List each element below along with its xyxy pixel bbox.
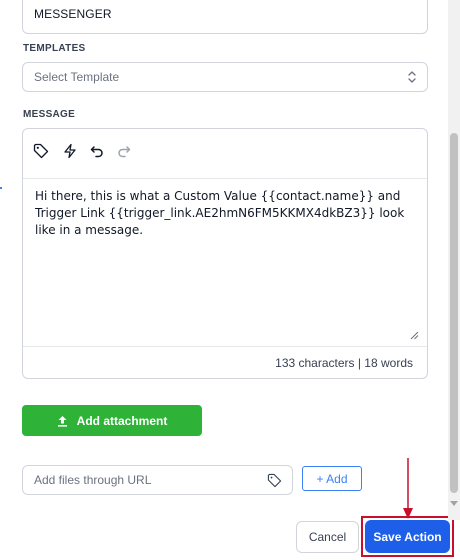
action-panel: MESSENGER TEMPLATES Select Template MESS… — [0, 0, 454, 560]
side-marker — [0, 187, 2, 189]
file-url-input[interactable]: Add files through URL — [22, 465, 293, 495]
tag-icon[interactable] — [267, 473, 282, 488]
editor-toolbar — [23, 129, 427, 179]
save-action-button[interactable]: Save Action — [365, 520, 450, 553]
tag-icon[interactable] — [31, 141, 51, 161]
channel-field[interactable]: MESSENGER — [22, 0, 428, 34]
resize-handle-icon[interactable] — [410, 331, 419, 340]
redo-icon[interactable] — [114, 141, 134, 161]
message-stats: 133 characters | 18 words — [275, 355, 413, 370]
add-url-button[interactable]: + Add — [302, 466, 362, 491]
add-attachment-label: Add attachment — [76, 413, 168, 428]
message-label: MESSAGE — [23, 109, 76, 120]
scrollbar-thumb[interactable] — [450, 133, 458, 493]
scroll-down-icon[interactable] — [450, 501, 458, 506]
cancel-button[interactable]: Cancel — [296, 521, 359, 553]
annotation-arrow-icon — [403, 458, 413, 519]
undo-icon[interactable] — [87, 141, 107, 161]
channel-value: MESSENGER — [34, 6, 112, 21]
scrollbar[interactable] — [448, 0, 460, 520]
message-textarea[interactable]: Hi there, this is what a Custom Value {{… — [23, 180, 427, 348]
message-stats-bar: 133 characters | 18 words — [23, 346, 427, 378]
add-attachment-button[interactable]: Add attachment — [22, 405, 202, 436]
message-editor: Hi there, this is what a Custom Value {{… — [22, 128, 428, 379]
select-chevron-icon — [408, 71, 416, 83]
lightning-icon[interactable] — [60, 141, 80, 161]
upload-icon — [57, 415, 67, 427]
templates-label: TEMPLATES — [23, 43, 86, 54]
template-select-placeholder: Select Template — [34, 70, 120, 84]
template-select[interactable]: Select Template — [22, 62, 428, 92]
file-url-placeholder: Add files through URL — [34, 473, 152, 487]
